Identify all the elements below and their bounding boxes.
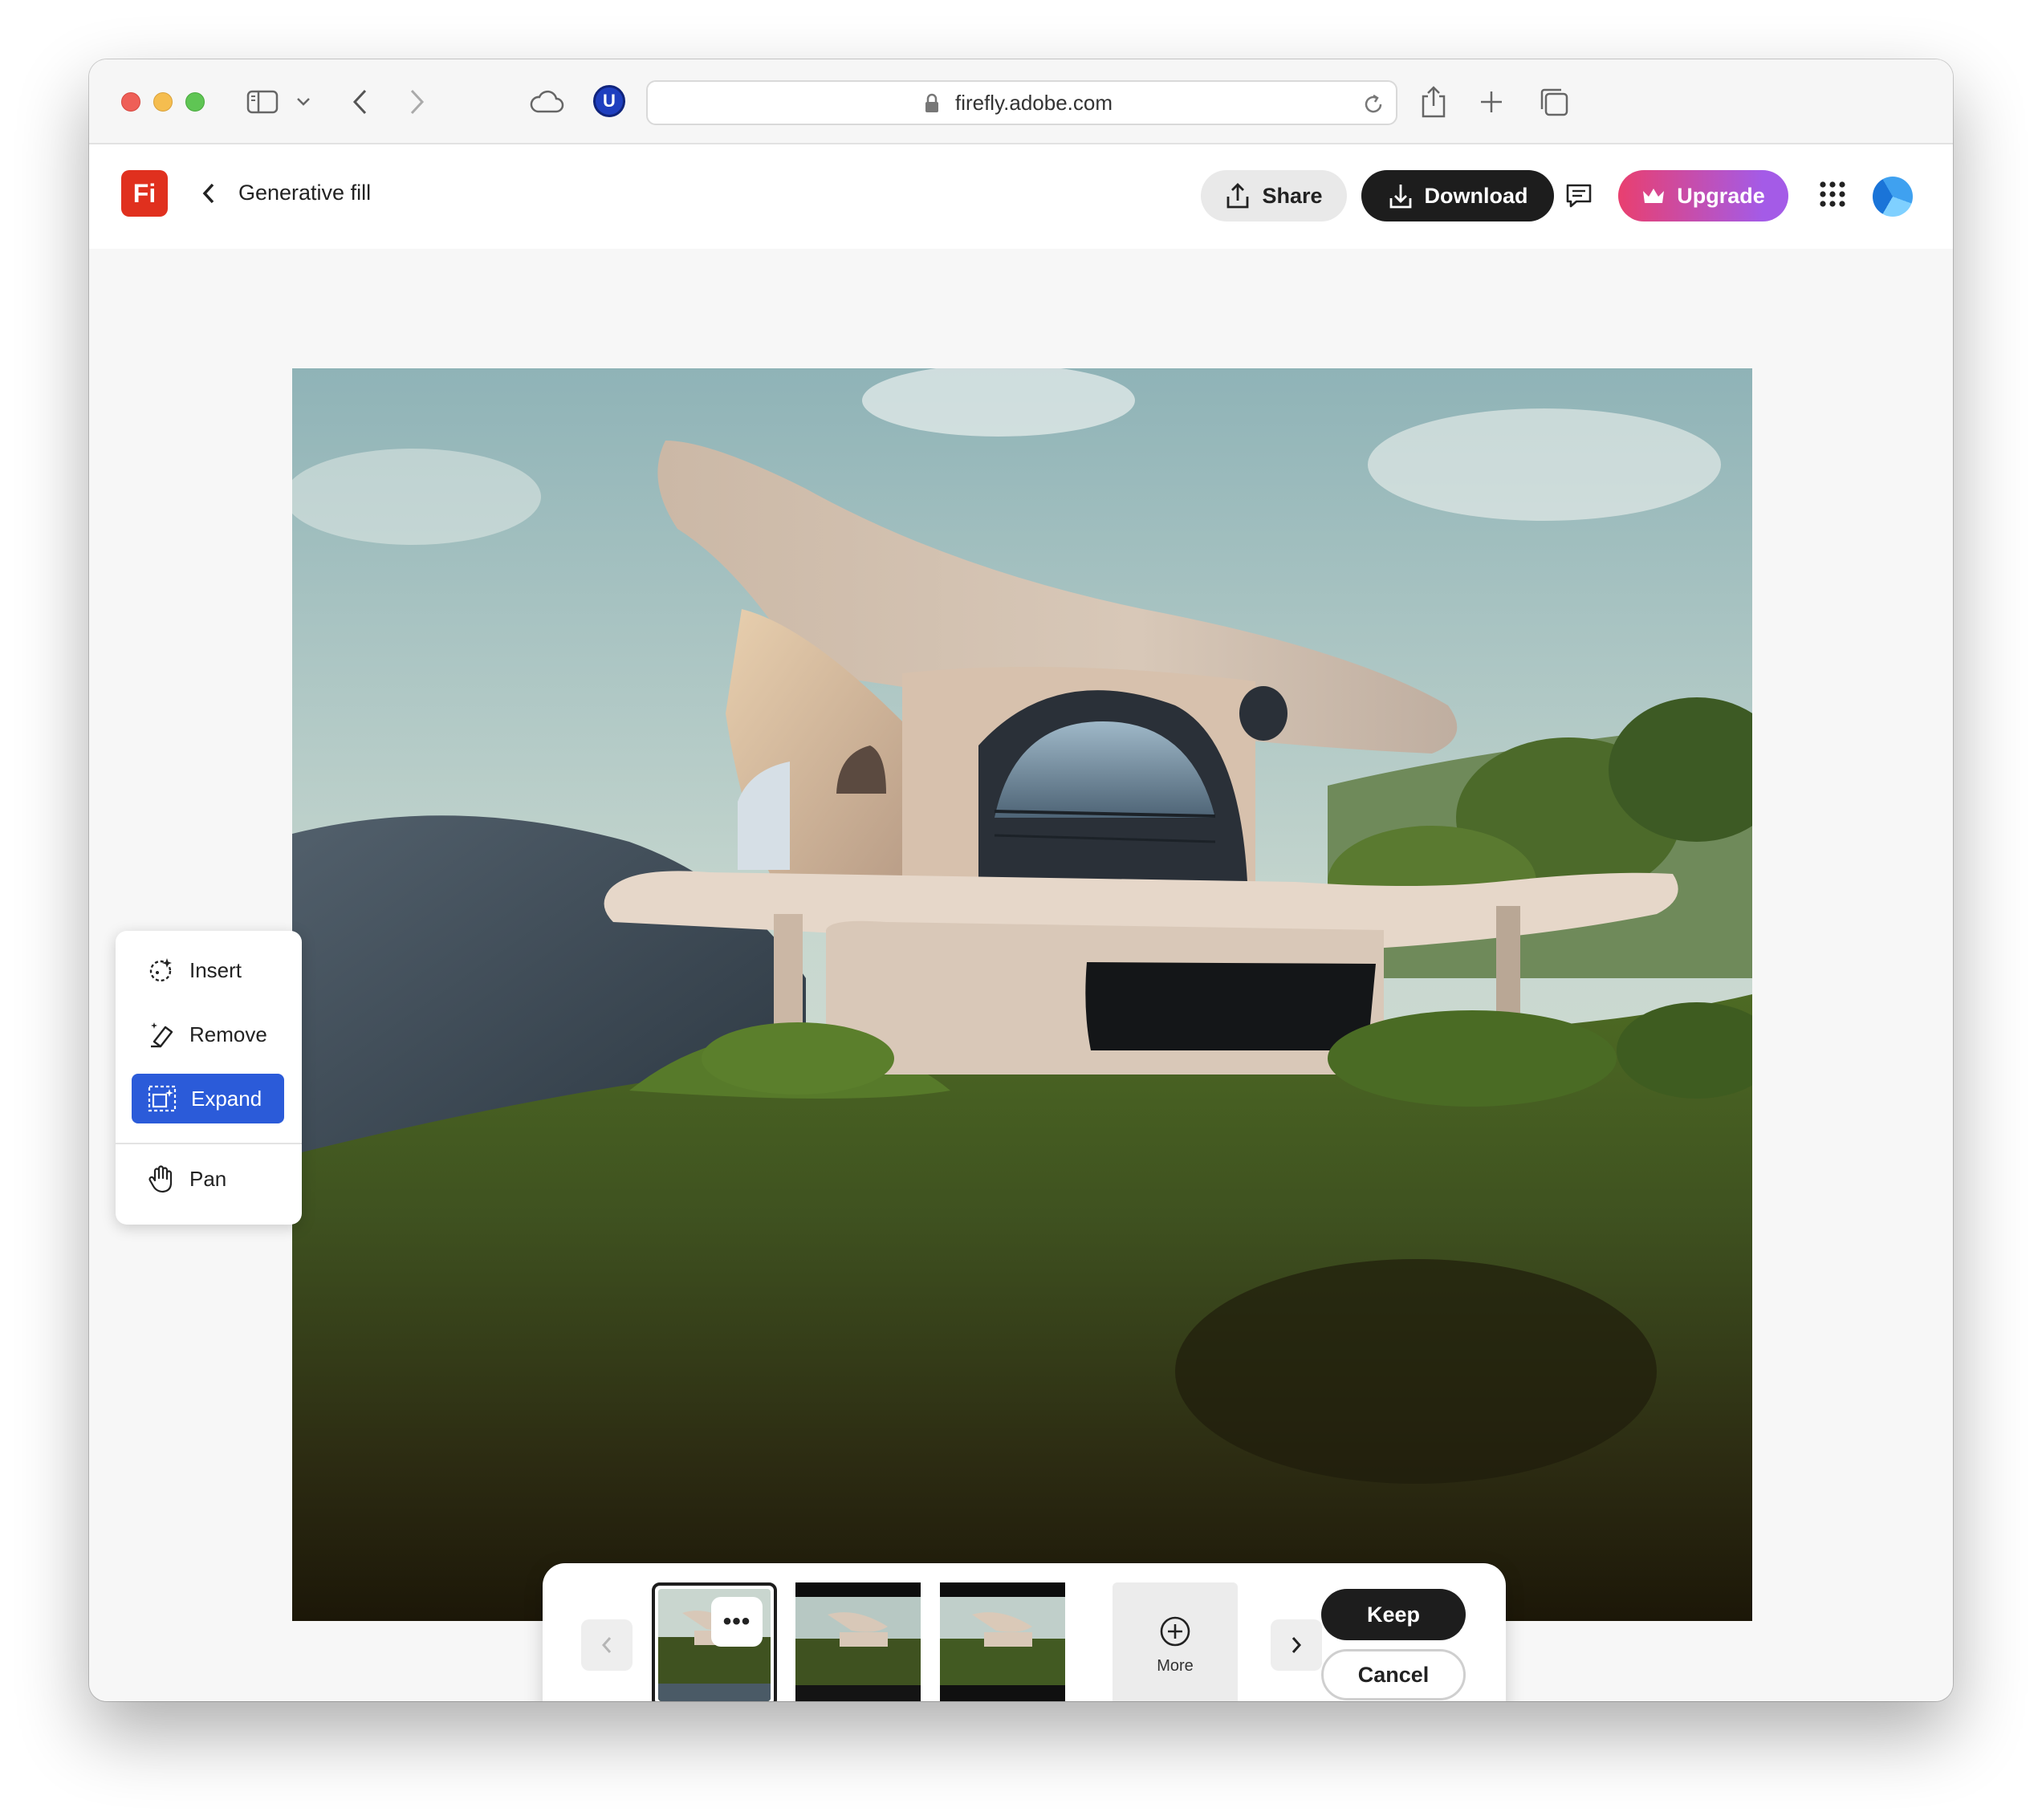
tool-pan[interactable]: Pan <box>132 1154 284 1204</box>
upload-icon <box>1227 183 1249 209</box>
avatar[interactable] <box>1873 177 1913 217</box>
tool-divider <box>116 1143 302 1144</box>
download-icon <box>1389 185 1411 209</box>
cancel-button[interactable]: Cancel <box>1321 1649 1466 1700</box>
share-button[interactable]: Share <box>1201 170 1347 221</box>
share-label: Share <box>1262 183 1323 208</box>
browser-window: U firefly.adobe.com Fi Generative fill S… <box>89 59 1953 1701</box>
keep-button[interactable]: Keep <box>1321 1589 1466 1640</box>
chevron-right-icon <box>1292 1637 1302 1653</box>
address-bar[interactable]: firefly.adobe.com <box>646 80 1397 125</box>
more-variations-button[interactable]: More <box>1113 1582 1238 1701</box>
tool-label: Pan <box>189 1166 227 1191</box>
lock-icon <box>924 93 940 120</box>
browser-back-icon[interactable] <box>351 83 370 120</box>
tool-panel: Insert Remove Expand Pan <box>116 931 302 1225</box>
remove-icon <box>151 1022 173 1048</box>
sidebar-toggle-icon[interactable] <box>246 83 279 120</box>
share-sheet-icon[interactable] <box>1420 83 1447 120</box>
tool-label: Remove <box>189 1022 267 1046</box>
tool-label: Expand <box>191 1086 262 1111</box>
variation-thumbnail-2[interactable] <box>795 1582 921 1701</box>
upgrade-button[interactable]: Upgrade <box>1618 170 1788 221</box>
browser-forward-icon[interactable] <box>407 83 426 120</box>
tool-label: Insert <box>189 957 242 982</box>
download-button[interactable]: Download <box>1361 170 1554 221</box>
page-title: Generative fill <box>238 181 372 205</box>
minimize-window-button[interactable] <box>153 92 173 112</box>
variation-thumbnail-3[interactable] <box>940 1582 1065 1701</box>
tool-remove[interactable]: Remove <box>132 1010 284 1059</box>
variations-bar: ••• More Keep Cancel <box>543 1563 1506 1701</box>
apps-grid-icon[interactable] <box>1818 180 1847 213</box>
firefly-logo[interactable]: Fi <box>121 170 168 217</box>
tool-expand[interactable]: Expand <box>132 1074 284 1123</box>
generated-image[interactable] <box>292 368 1752 1621</box>
new-tab-icon[interactable] <box>1479 83 1503 120</box>
icloud-icon[interactable] <box>529 83 564 120</box>
chevron-left-icon <box>601 1637 612 1653</box>
url-text: firefly.adobe.com <box>954 90 1113 115</box>
tool-insert[interactable]: Insert <box>132 945 284 995</box>
app-header: Fi Generative fill Share Download Upgrad… <box>89 144 1953 249</box>
previous-variation-button[interactable] <box>581 1619 633 1671</box>
tab-overview-icon[interactable] <box>1539 83 1569 120</box>
variation-options-button[interactable]: ••• <box>711 1597 763 1647</box>
add-circle-icon <box>1160 1616 1190 1646</box>
crown-icon <box>1643 189 1665 203</box>
extension-u-icon[interactable]: U <box>593 85 625 117</box>
more-label: More <box>1157 1656 1194 1675</box>
browser-toolbar: U firefly.adobe.com <box>89 59 1953 144</box>
hand-icon <box>148 1165 173 1193</box>
zoom-window-button[interactable] <box>185 92 205 112</box>
close-window-button[interactable] <box>121 92 140 112</box>
insert-icon <box>149 958 172 982</box>
expand-icon <box>148 1085 177 1112</box>
next-variation-button[interactable] <box>1271 1619 1322 1671</box>
back-chevron-icon[interactable] <box>200 181 218 209</box>
reload-icon[interactable] <box>1362 93 1385 121</box>
feedback-icon[interactable] <box>1564 181 1593 214</box>
variation-thumbnail-1[interactable]: ••• <box>652 1582 777 1701</box>
canvas-area: Insert Remove Expand Pan ••• More Keep C… <box>89 249 1953 1701</box>
download-label: Download <box>1424 183 1528 208</box>
chevron-down-icon[interactable] <box>296 83 311 120</box>
upgrade-label: Upgrade <box>1677 183 1765 208</box>
